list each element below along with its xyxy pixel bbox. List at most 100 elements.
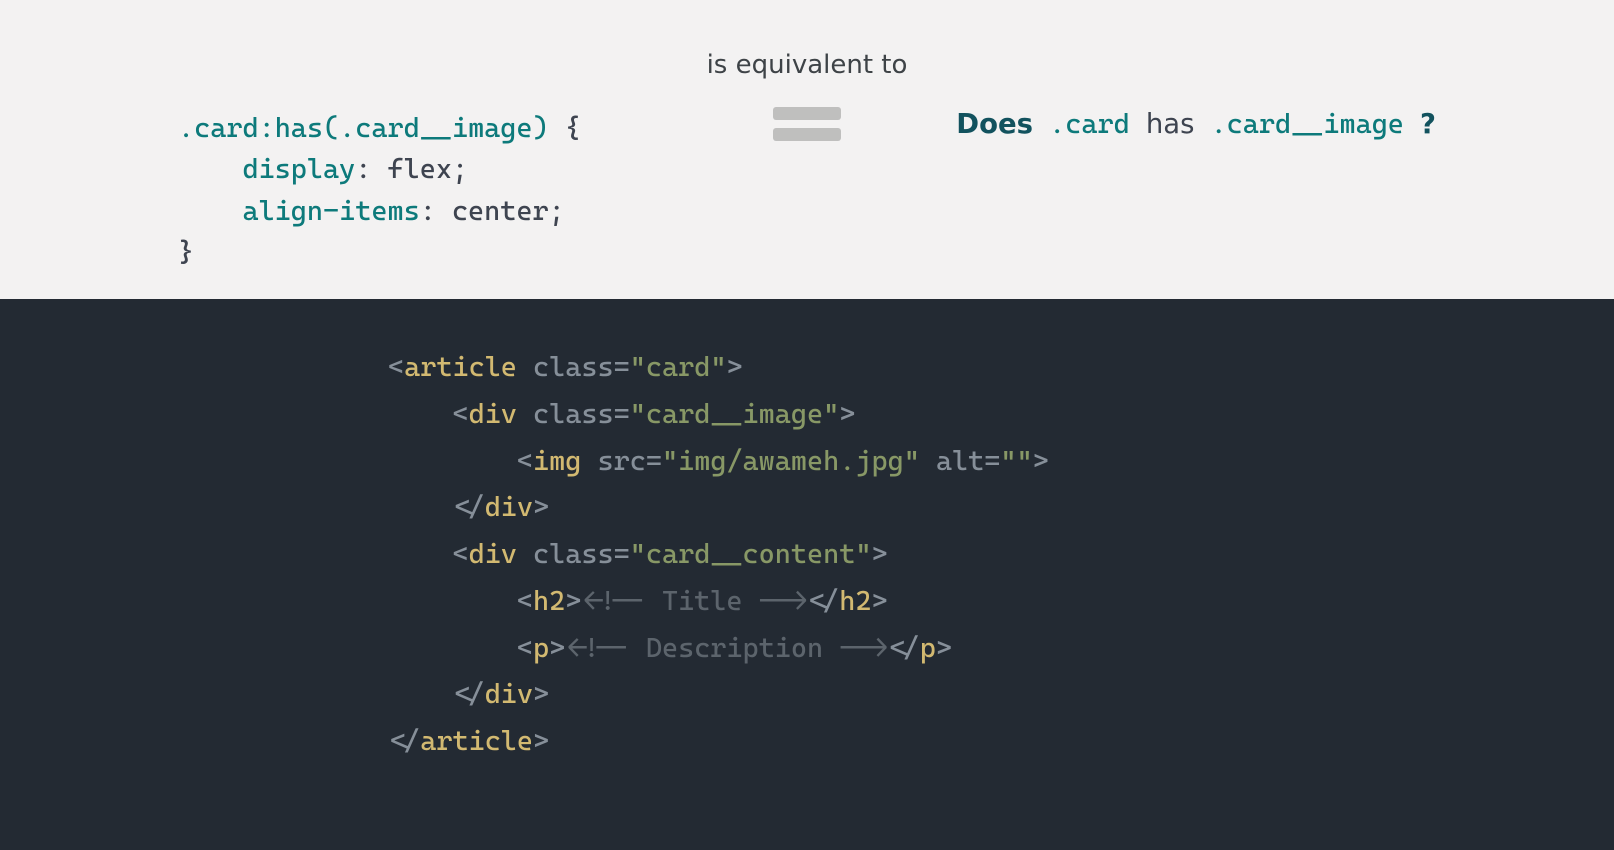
html-angle-close: > bbox=[871, 585, 887, 617]
html-attr-src: src bbox=[598, 445, 646, 477]
html-angle-open: < bbox=[517, 632, 533, 664]
html-angle-close: > bbox=[726, 351, 742, 383]
html-indent bbox=[388, 491, 452, 523]
html-tag-div: div bbox=[469, 398, 517, 430]
css-prop-display: display bbox=[242, 153, 355, 185]
question-image-class: .card__image bbox=[1211, 108, 1404, 140]
html-angle-close: > bbox=[533, 491, 549, 523]
css-semicolon: ; bbox=[452, 153, 468, 185]
html-angle-open: < bbox=[517, 445, 533, 477]
html-angle-close: > bbox=[533, 725, 549, 757]
question-does: Does bbox=[956, 108, 1033, 140]
html-indent bbox=[388, 678, 452, 710]
html-class-card-image: card__image bbox=[646, 398, 823, 430]
css-indent bbox=[178, 195, 242, 227]
css-value-center: center bbox=[452, 195, 549, 227]
html-tag-p: p bbox=[920, 632, 936, 664]
html-angle-open: < bbox=[452, 398, 468, 430]
question-has-word: has bbox=[1146, 108, 1195, 140]
html-comment-description: <!-- Description --> bbox=[565, 632, 887, 664]
question-text: Does .card has .card__image ? bbox=[956, 108, 1436, 140]
html-tag-h2: h2 bbox=[839, 585, 871, 617]
html-tag-div: div bbox=[485, 491, 533, 523]
html-class-card: card bbox=[646, 351, 710, 383]
question-space bbox=[1033, 108, 1049, 140]
question-space bbox=[1404, 108, 1420, 140]
html-quote: " bbox=[1000, 445, 1016, 477]
html-angle-open: < bbox=[388, 351, 404, 383]
html-space bbox=[517, 398, 533, 430]
html-quote: " bbox=[630, 351, 646, 383]
equivalence-panel: is equivalent to .card:has(.card__image)… bbox=[0, 0, 1614, 299]
html-comment-title: <!-- Title --> bbox=[581, 585, 807, 617]
html-quote: " bbox=[630, 538, 646, 570]
css-selector-card: .card bbox=[178, 112, 259, 144]
html-angle-close: > bbox=[871, 538, 887, 570]
html-equals: = bbox=[984, 445, 1000, 477]
html-quote: " bbox=[904, 445, 920, 477]
css-selector-has: :has( bbox=[259, 112, 340, 144]
html-tag-h2: h2 bbox=[533, 585, 565, 617]
html-angle-open-slash: </ bbox=[888, 632, 920, 664]
html-indent bbox=[388, 632, 517, 664]
html-quote: " bbox=[662, 445, 678, 477]
html-quote: " bbox=[630, 398, 646, 430]
html-quote: " bbox=[855, 538, 871, 570]
html-tag-article: article bbox=[404, 351, 517, 383]
html-attr-class: class bbox=[533, 538, 614, 570]
html-angle-open-slash: </ bbox=[452, 491, 484, 523]
question-qmark: ? bbox=[1420, 108, 1436, 140]
html-indent bbox=[388, 398, 452, 430]
html-quote: " bbox=[710, 351, 726, 383]
html-equals: = bbox=[614, 538, 630, 570]
html-class-card-content: card__content bbox=[646, 538, 855, 570]
html-tag-div: div bbox=[485, 678, 533, 710]
css-prop-align-items: align-items bbox=[242, 195, 419, 227]
html-equals: = bbox=[614, 351, 630, 383]
css-semicolon: ; bbox=[549, 195, 565, 227]
html-space bbox=[581, 445, 597, 477]
html-attr-alt: alt bbox=[936, 445, 984, 477]
css-selector-image: .card__image bbox=[339, 112, 532, 144]
html-equals: = bbox=[614, 398, 630, 430]
html-angle-open: < bbox=[517, 585, 533, 617]
question-space bbox=[1130, 108, 1146, 140]
html-angle-close: > bbox=[1033, 445, 1049, 477]
html-space bbox=[920, 445, 936, 477]
html-tag-article: article bbox=[420, 725, 533, 757]
css-colon: : bbox=[355, 153, 387, 185]
html-tag-div: div bbox=[469, 538, 517, 570]
css-indent bbox=[178, 153, 242, 185]
html-tag-p: p bbox=[533, 632, 549, 664]
html-angle-open-slash: </ bbox=[452, 678, 484, 710]
css-value-flex: flex bbox=[387, 153, 451, 185]
html-code-block: <article class="card"> <div class="card_… bbox=[388, 344, 1049, 765]
css-colon: : bbox=[420, 195, 452, 227]
html-tag-img: img bbox=[533, 445, 581, 477]
html-space bbox=[517, 538, 533, 570]
html-quote: " bbox=[1017, 445, 1033, 477]
html-attr-class: class bbox=[533, 398, 614, 430]
html-indent bbox=[388, 445, 517, 477]
html-angle-close: > bbox=[549, 632, 565, 664]
equiv-label: is equivalent to bbox=[0, 50, 1614, 80]
html-space bbox=[517, 351, 533, 383]
equals-icon bbox=[773, 107, 841, 141]
html-indent bbox=[388, 538, 452, 570]
html-quote: " bbox=[823, 398, 839, 430]
html-attr-class: class bbox=[533, 351, 614, 383]
css-brace-open: { bbox=[549, 112, 581, 144]
html-angle-close: > bbox=[533, 678, 549, 710]
css-code-block: .card:has(.card__image) { display: flex;… bbox=[178, 108, 581, 273]
html-equals: = bbox=[646, 445, 662, 477]
html-angle-open-slash: </ bbox=[807, 585, 839, 617]
html-angle-open-slash: </ bbox=[388, 725, 420, 757]
html-src-value: img/awameh.jpg bbox=[678, 445, 904, 477]
html-angle-close: > bbox=[936, 632, 952, 664]
html-panel: <article class="card"> <div class="card_… bbox=[0, 299, 1614, 850]
css-selector-close-paren: ) bbox=[533, 112, 549, 144]
css-brace-close: } bbox=[178, 236, 194, 268]
html-angle-open: < bbox=[452, 538, 468, 570]
html-angle-close: > bbox=[565, 585, 581, 617]
question-card-class: .card bbox=[1049, 108, 1130, 140]
